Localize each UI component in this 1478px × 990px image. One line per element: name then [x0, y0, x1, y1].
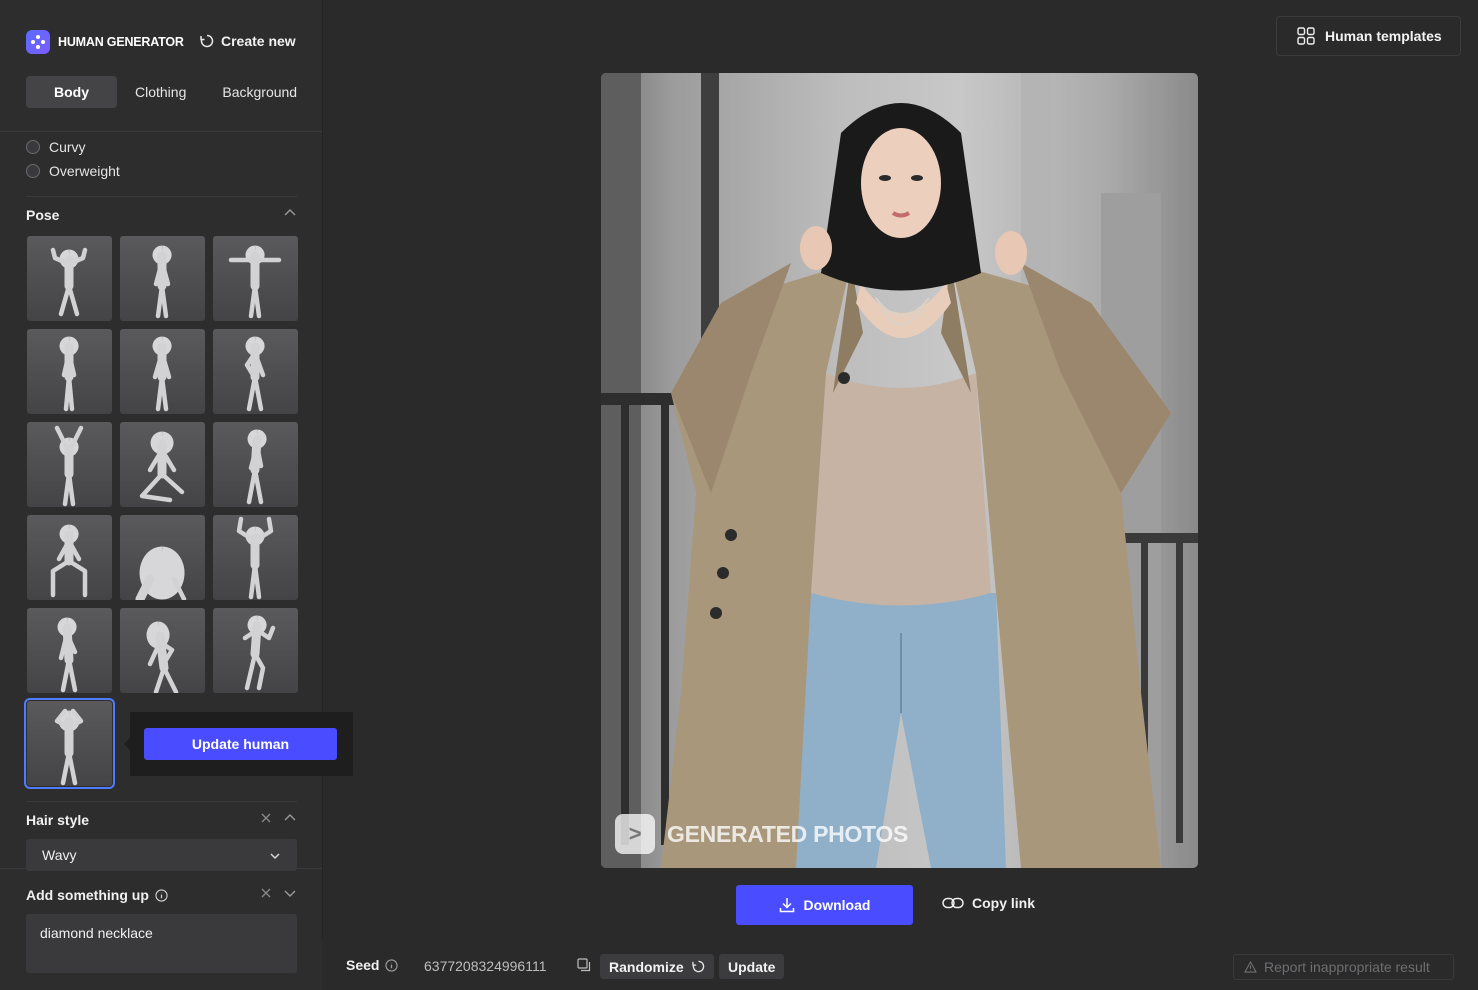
brand: HUMAN GENERATOR	[26, 30, 184, 54]
add-something-controls	[260, 887, 296, 899]
update-tooltip: Update human	[124, 712, 353, 776]
divider	[26, 801, 297, 802]
body-type-option-curvy[interactable]: Curvy	[26, 139, 86, 155]
tab-background[interactable]: Background	[204, 76, 315, 108]
report-label: Report inappropriate result	[1264, 959, 1430, 975]
pose-option-hand-on-chest[interactable]	[120, 608, 205, 693]
divider	[0, 868, 322, 869]
radio-button[interactable]	[26, 140, 40, 154]
hair-style-select[interactable]: Wavy	[26, 839, 297, 871]
watermark-text: GENERATED PHOTOS	[667, 820, 908, 847]
pose-option-standing-side[interactable]	[213, 422, 298, 507]
pose-figure-icon	[139, 431, 185, 503]
info-icon[interactable]	[385, 958, 399, 972]
copy-link-button[interactable]: Copy link	[942, 895, 1035, 911]
pose-figure-icon	[50, 247, 88, 317]
pose-option-arms-flexed[interactable]	[27, 236, 112, 321]
pose-figure-icon	[59, 336, 79, 412]
pose-title: Pose	[26, 207, 60, 223]
pose-figure-icon	[135, 546, 187, 600]
hair-style-value: Wavy	[42, 847, 77, 863]
pose-option-hand-on-hip[interactable]	[213, 329, 298, 414]
download-button[interactable]: Download	[736, 885, 913, 925]
seed-value: 6377208324996111	[424, 958, 547, 974]
human-templates-button[interactable]: Human templates	[1276, 16, 1461, 56]
pose-section-controls	[284, 207, 296, 219]
body-type-label: Curvy	[49, 139, 86, 155]
sidebar: HUMAN GENERATOR Create new Body Clothing…	[0, 0, 353, 990]
refresh-icon	[691, 960, 704, 973]
copy-icon[interactable]	[577, 958, 591, 972]
pose-figure-icon	[50, 524, 88, 598]
add-something-input[interactable]: diamond necklace	[26, 914, 297, 973]
hair-style-controls	[260, 812, 296, 824]
add-something-title: Add something up	[26, 887, 149, 903]
pose-option-head-closeup[interactable]	[120, 515, 205, 600]
update-human-button[interactable]: Update human	[144, 728, 337, 760]
pose-option-hands-on-head[interactable]	[24, 698, 115, 789]
close-icon[interactable]	[260, 812, 272, 824]
brand-name: HUMAN GENERATOR	[58, 35, 184, 49]
generated-photo: > GENERATED PHOTOS	[601, 73, 1198, 868]
info-icon[interactable]	[155, 888, 168, 902]
chevron-down-icon[interactable]	[284, 887, 296, 899]
chevron-down-icon	[270, 853, 280, 860]
pose-figure-icon	[57, 617, 78, 693]
divider	[0, 131, 322, 132]
pose-option-t-pose[interactable]	[213, 236, 298, 321]
pose-option-standing-neutral[interactable]	[120, 236, 205, 321]
pose-option-contrapposto[interactable]	[27, 608, 112, 693]
watermark-logo-icon: >	[615, 814, 655, 854]
tab-clothing[interactable]: Clothing	[117, 76, 204, 108]
close-icon[interactable]	[260, 887, 272, 899]
seed-label: Seed	[346, 957, 380, 973]
pose-option-arms-raised[interactable]	[27, 422, 112, 507]
create-new-button[interactable]: Create new	[200, 33, 296, 49]
create-new-label: Create new	[221, 33, 296, 49]
link-icon	[942, 897, 964, 909]
pose-option-sitting[interactable]	[27, 515, 112, 600]
add-something-header: Add something up	[26, 887, 168, 903]
pose-option-arms-up-bent[interactable]	[213, 515, 298, 600]
download-icon	[779, 898, 794, 913]
pose-grid	[24, 236, 298, 789]
pose-option-dancing[interactable]	[213, 608, 298, 693]
pose-figure-icon	[146, 621, 179, 693]
radio-button[interactable]	[26, 164, 40, 178]
watermark: > GENERATED PHOTOS	[615, 814, 908, 854]
seed-label-group: Seed	[346, 957, 399, 973]
pose-option-kneeling[interactable]	[120, 422, 205, 507]
human-templates-label: Human templates	[1325, 28, 1442, 44]
generated-human-illustration	[601, 73, 1198, 868]
pose-figure-icon	[228, 245, 282, 319]
tab-body[interactable]: Body	[26, 76, 117, 108]
pose-figure-icon	[54, 708, 84, 786]
pose-figure-icon	[246, 429, 267, 505]
pose-option-standing-relaxed[interactable]	[120, 329, 205, 414]
hair-style-title: Hair style	[26, 812, 90, 828]
update-button[interactable]: Update	[719, 954, 785, 979]
randomize-button[interactable]: Randomize	[600, 954, 714, 979]
grid-icon	[1297, 27, 1315, 45]
pose-figure-icon	[54, 425, 84, 507]
pose-figure-icon	[242, 615, 276, 691]
pose-figure-icon	[244, 336, 266, 412]
brand-logo-icon	[26, 30, 50, 54]
pose-figure-icon	[152, 245, 172, 319]
tab-bar: Body Clothing Background	[26, 76, 315, 108]
copy-link-label: Copy link	[972, 895, 1036, 911]
chevron-up-icon[interactable]	[284, 207, 296, 219]
pose-figure-icon	[152, 336, 172, 412]
download-label: Download	[803, 897, 871, 913]
pose-option-standing-slim[interactable]	[27, 329, 112, 414]
chevron-up-icon[interactable]	[284, 812, 296, 824]
pose-figure-icon	[236, 516, 274, 600]
body-type-option-overweight[interactable]: Overweight	[26, 163, 120, 179]
report-button[interactable]: Report inappropriate result	[1233, 954, 1454, 980]
warning-icon	[1244, 961, 1257, 973]
divider	[26, 196, 297, 197]
refresh-icon	[200, 34, 214, 48]
body-type-label: Overweight	[49, 163, 120, 179]
randomize-label: Randomize	[609, 958, 684, 975]
